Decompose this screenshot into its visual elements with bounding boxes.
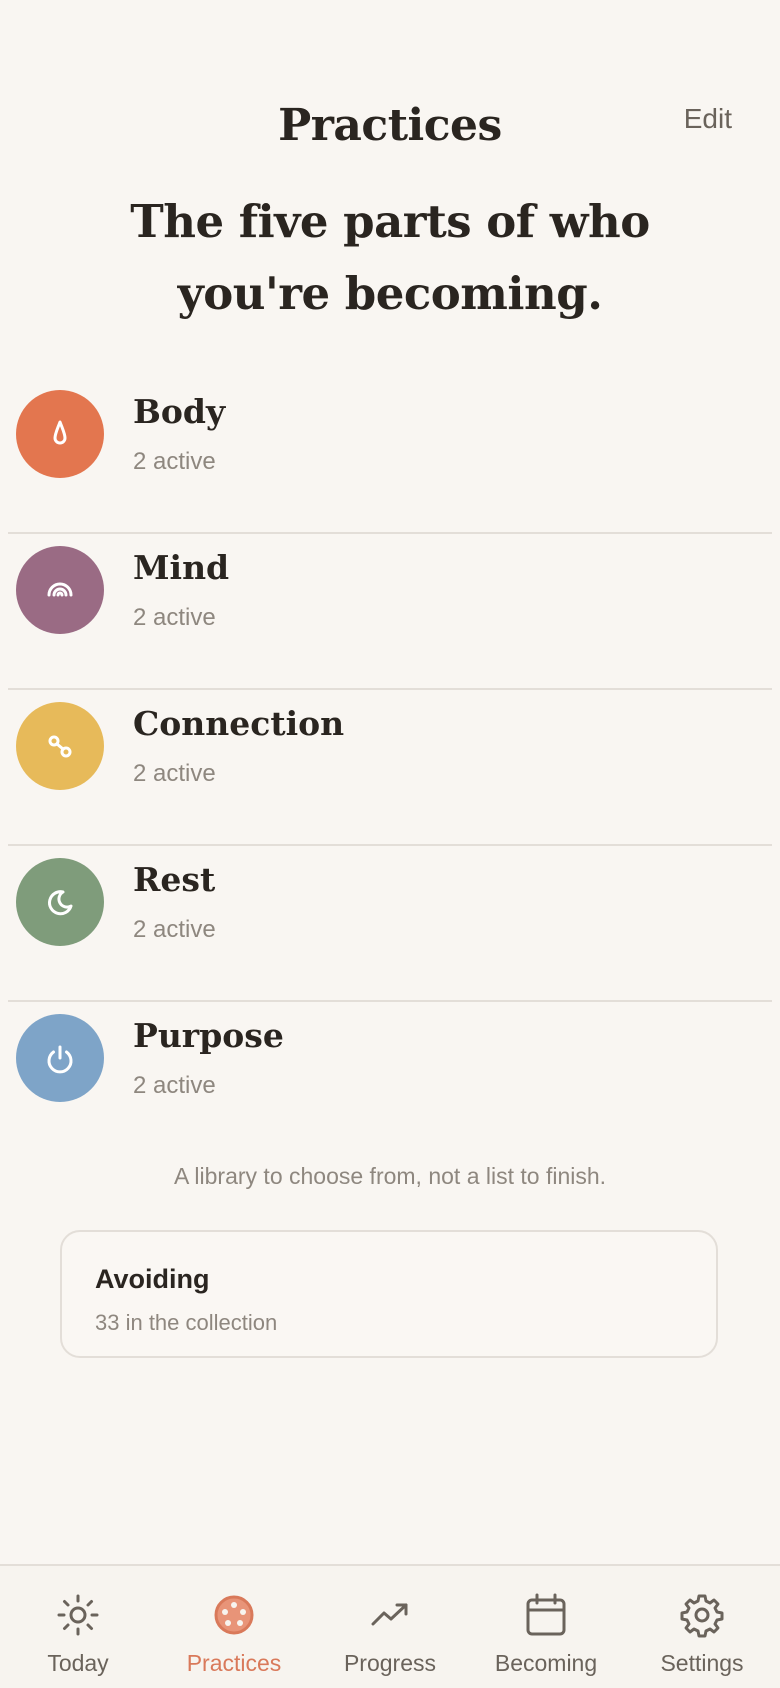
practice-icon-circle (16, 702, 104, 790)
calendar-icon (526, 1593, 566, 1636)
practice-row-mind[interactable]: Mind 2 active (0, 534, 780, 690)
practice-icon-circle (16, 858, 104, 946)
tab-label: Practices (186, 1650, 282, 1676)
practice-status: 2 active (133, 916, 216, 943)
practice-row-rest[interactable]: Rest 2 active (0, 846, 780, 1002)
collection-card-avoiding[interactable]: Avoiding 33 in the collection (60, 1230, 718, 1358)
practice-status: 2 active (133, 1072, 216, 1099)
practice-icon-circle (16, 546, 104, 634)
practice-row-purpose[interactable]: Purpose 2 active (0, 1002, 780, 1158)
gear-icon (680, 1594, 724, 1638)
practice-status: 2 active (133, 604, 216, 631)
edit-button[interactable]: Edit (684, 103, 732, 135)
practice-status: 2 active (133, 760, 216, 787)
tab-today[interactable]: Today (0, 1566, 156, 1688)
practice-status: 2 active (133, 448, 216, 475)
header: Practices Edit (0, 0, 780, 170)
rainbow-icon (47, 582, 73, 597)
drop-icon (53, 420, 67, 445)
sun-icon (57, 1594, 99, 1636)
practice-icon-circle (16, 1014, 104, 1102)
page-subtitle: The five parts of who you're becoming. (130, 195, 650, 320)
practice-name: Mind (133, 548, 230, 587)
collection-count: 33 in the collection (95, 1310, 278, 1335)
page-title: Practices (278, 100, 502, 151)
moon-icon (48, 890, 73, 916)
practice-name: Purpose (133, 1016, 284, 1055)
practice-name: Connection (133, 704, 345, 743)
tab-becoming[interactable]: Becoming (468, 1566, 624, 1688)
tab-label: Progress (343, 1650, 437, 1676)
tab-label: Becoming (494, 1650, 598, 1676)
link-icon (48, 735, 72, 758)
library-tagline: A library to choose from, not a list to … (173, 1163, 607, 1189)
practice-list: Body 2 active Mind 2 active Connection 2… (0, 378, 780, 1158)
tab-progress[interactable]: Progress (312, 1566, 468, 1688)
practice-name: Rest (133, 860, 216, 899)
tab-label: Today (47, 1650, 109, 1676)
power-icon (47, 1045, 73, 1074)
collection-title: Avoiding (95, 1264, 210, 1294)
tab-bar: Today Practices Progress Becoming Settin… (0, 1564, 780, 1688)
practices-icon (214, 1595, 254, 1635)
tab-label: Settings (660, 1650, 744, 1676)
practice-name: Body (133, 392, 226, 431)
practice-icon-circle (16, 390, 104, 478)
tab-settings[interactable]: Settings (624, 1566, 780, 1688)
trend-up-icon (371, 1603, 408, 1626)
tab-practices[interactable]: Practices (156, 1566, 312, 1688)
practice-row-body[interactable]: Body 2 active (0, 378, 780, 534)
practice-row-connection[interactable]: Connection 2 active (0, 690, 780, 846)
